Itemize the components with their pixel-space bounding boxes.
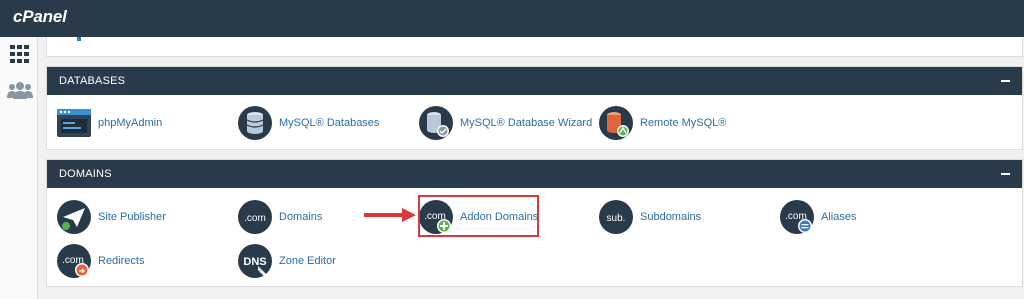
domains-panel-title: DOMAINS bbox=[59, 168, 112, 180]
phpmyadmin-item[interactable]: phpMyAdmin bbox=[57, 106, 162, 140]
database-icon bbox=[238, 106, 272, 140]
phpmyadmin-label: phpMyAdmin bbox=[98, 117, 163, 129]
zone-editor-icon: DNS bbox=[238, 244, 272, 278]
collapse-icon[interactable] bbox=[1001, 80, 1010, 82]
previous-panel-item-stub bbox=[77, 37, 81, 41]
previous-panel bbox=[46, 37, 1023, 57]
subdomains-label: Subdomains bbox=[640, 211, 702, 223]
domains-panel-header[interactable]: DOMAINS bbox=[47, 160, 1022, 188]
site-publisher-item[interactable]: Site Publisher bbox=[57, 200, 166, 234]
sidebar bbox=[0, 37, 38, 299]
main-content: DATABASES phpMyAdmin MySQL® Databases My… bbox=[38, 37, 1024, 299]
domains-item[interactable]: .com Domains bbox=[238, 200, 322, 234]
databases-panel: DATABASES phpMyAdmin MySQL® Databases My… bbox=[46, 66, 1023, 150]
mysql-databases-item[interactable]: MySQL® Databases bbox=[238, 106, 379, 140]
redirects-label: Redirects bbox=[98, 255, 145, 267]
redirects-item[interactable]: .com Redirects bbox=[57, 244, 144, 278]
top-bar: cPanel bbox=[0, 0, 1024, 37]
remote-mysql-label: Remote MySQL® bbox=[640, 117, 727, 129]
cpanel-logo[interactable]: cPanel bbox=[13, 7, 67, 27]
aliases-icon: .com bbox=[780, 200, 814, 234]
remote-database-icon bbox=[599, 106, 633, 140]
redirects-icon: .com bbox=[57, 244, 91, 278]
subdomains-icon-text: sub. bbox=[607, 213, 626, 224]
databases-panel-title: DATABASES bbox=[59, 75, 126, 87]
phpmyadmin-icon bbox=[57, 106, 91, 140]
site-publisher-icon bbox=[57, 200, 91, 234]
database-wizard-icon bbox=[419, 106, 453, 140]
subdomains-item[interactable]: sub. Subdomains bbox=[599, 200, 701, 234]
mysql-databases-label: MySQL® Databases bbox=[279, 117, 380, 129]
zone-editor-icon-text: DNS bbox=[243, 256, 266, 268]
highlight-box bbox=[418, 195, 539, 237]
mysql-database-wizard-item[interactable]: MySQL® Database Wizard bbox=[419, 106, 592, 140]
subdomains-icon: sub. bbox=[599, 200, 633, 234]
red-arrow-icon bbox=[364, 208, 416, 222]
remote-mysql-item[interactable]: Remote MySQL® bbox=[599, 106, 726, 140]
databases-panel-header[interactable]: DATABASES bbox=[47, 67, 1022, 95]
users-icon[interactable] bbox=[7, 81, 33, 99]
aliases-item[interactable]: .com Aliases bbox=[780, 200, 856, 234]
grid-icon[interactable] bbox=[10, 45, 30, 63]
aliases-label: Aliases bbox=[821, 211, 857, 223]
domains-icon: .com bbox=[238, 200, 272, 234]
collapse-icon[interactable] bbox=[1001, 173, 1010, 175]
site-publisher-label: Site Publisher bbox=[98, 211, 166, 223]
mysql-database-wizard-label: MySQL® Database Wizard bbox=[460, 117, 593, 129]
zone-editor-item[interactable]: DNS Zone Editor bbox=[238, 244, 336, 278]
domains-label: Domains bbox=[279, 211, 323, 223]
domains-icon-text: .com bbox=[244, 213, 266, 224]
zone-editor-label: Zone Editor bbox=[279, 255, 336, 267]
